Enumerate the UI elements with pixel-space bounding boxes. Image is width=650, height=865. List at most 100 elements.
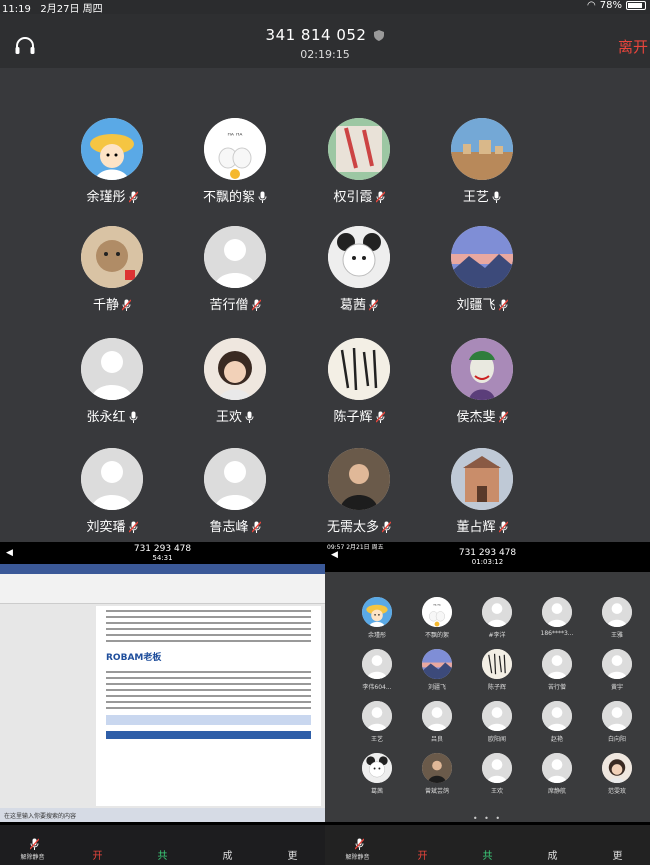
member-tile[interactable]: 王雅 — [592, 597, 642, 639]
mic-muted-button[interactable]: 解除静音 — [338, 838, 378, 861]
wifi-icon: ◠ — [587, 0, 596, 11]
participant-tile[interactable]: 余瑾彤 — [47, 118, 177, 205]
member-tile[interactable]: 黄宇 — [592, 649, 642, 691]
member-tile[interactable]: 白向阳 — [592, 701, 642, 743]
member-tile[interactable]: 陈子辉 — [472, 649, 522, 691]
mic-muted-icon — [375, 411, 385, 423]
member-name: 范雯玫 — [607, 788, 626, 795]
member-avatar — [602, 701, 632, 731]
leave-button[interactable]: 离开 — [618, 36, 648, 57]
member-avatar — [482, 701, 512, 731]
participant-tile[interactable]: 权引霞 — [294, 118, 424, 205]
members-icon: 成员(42) — [222, 851, 233, 862]
video-off-button[interactable]: 开启视频 — [403, 847, 443, 862]
participant-name: 鲁志峰 — [170, 516, 300, 535]
participant-tile[interactable]: 王艺 — [417, 118, 547, 205]
doc-title: ROBAM老板 — [106, 653, 162, 663]
participant-tile[interactable]: 侯杰斐 — [417, 338, 547, 425]
member-name: 欧阳闻 — [487, 736, 506, 743]
more-button[interactable]: 更多 — [598, 847, 638, 862]
browser-tabs — [0, 564, 325, 574]
mic-muted-icon — [29, 838, 39, 850]
participant-tile[interactable]: ᴴᴬ ᴴᴬ 不飘的絮 — [170, 118, 300, 205]
participant-tile[interactable]: 千静 — [47, 226, 177, 313]
member-tile[interactable]: 欧阳闻 — [472, 701, 522, 743]
participant-tile[interactable]: 董占辉 — [417, 448, 547, 535]
participant-name: 余瑾彤 — [47, 186, 177, 205]
participant-name: 无需太多 — [294, 516, 424, 535]
participant-name: 刘疆飞 — [417, 294, 547, 313]
share-screen-button[interactable]: 共享屏幕 — [143, 847, 183, 862]
member-name: 陈子辉 — [487, 684, 506, 691]
left-toolbar: 解除静音 开启视频 共享屏幕 成员(42) 更多 — [0, 825, 325, 865]
member-tile[interactable]: 范雯玫 — [592, 753, 642, 795]
more-button[interactable]: 更多 — [273, 847, 313, 862]
mic-muted-icon — [251, 299, 261, 311]
participant-tile[interactable]: 刘疆飞 — [417, 226, 547, 313]
member-tile[interactable]: 李伟604... — [352, 649, 402, 691]
members-button[interactable]: 成员(42) — [208, 847, 248, 862]
member-name: 白向阳 — [607, 736, 626, 743]
participant-tile[interactable]: 无需太多 — [294, 448, 424, 535]
participant-avatar — [451, 448, 513, 510]
mic-muted-button[interactable]: 解除静音 — [13, 838, 53, 861]
member-tile[interactable]: 葛茜 — [352, 753, 402, 795]
participant-name: 王艺 — [417, 186, 547, 205]
participant-name: 葛茜 — [294, 294, 424, 313]
share-screen-button[interactable]: 共享屏幕 — [468, 847, 508, 862]
participant-tile[interactable]: 张永红 — [47, 338, 177, 425]
mic-icon — [245, 411, 254, 423]
participant-tile[interactable]: 苦行僧 — [170, 226, 300, 313]
mic-muted-icon — [128, 191, 138, 203]
mic-muted-icon — [128, 521, 138, 533]
participant-tile[interactable]: 刘奕璠 — [47, 448, 177, 535]
member-tile[interactable]: 余瑾彤 — [352, 597, 402, 639]
participant-grid: 余瑾彤 ᴴᴬ ᴴᴬ 不飘的絮 权引霞 王艺千静 苦行僧 葛茜 刘疆飞张永红 王欢 陈子辉 侯杰斐刘奕… — [0, 68, 650, 542]
taskbar-search[interactable]: 在这里输入你要搜索的内容 — [4, 813, 76, 820]
member-tile[interactable]: 席静航 — [532, 753, 582, 795]
mic-muted-icon — [369, 299, 378, 311]
participant-avatar — [451, 338, 513, 400]
participant-avatar — [328, 338, 390, 400]
member-tile[interactable]: 186****3... — [532, 597, 582, 637]
participant-tile[interactable]: 葛茜 — [294, 226, 424, 313]
members-icon: 成员(42) — [547, 851, 558, 862]
member-tile[interactable]: 刘疆飞 — [412, 649, 462, 691]
speaker-icon: ◀ — [331, 550, 338, 560]
participant-avatar — [81, 338, 143, 400]
video-off-icon: 开启视频 — [417, 851, 428, 862]
participant-tile[interactable]: 鲁志峰 — [170, 448, 300, 535]
battery-icon — [626, 1, 646, 10]
member-avatar — [362, 649, 392, 679]
member-tile[interactable]: 苦行僧 — [532, 649, 582, 691]
status-bar: 11:19 2月27日 周四 ◠ 78% — [0, 0, 650, 15]
member-name: 赵艳 — [550, 736, 563, 743]
member-tile[interactable]: 王欢 — [472, 753, 522, 795]
participant-name: 陈子辉 — [294, 406, 424, 425]
member-tile[interactable]: 吕良 — [412, 701, 462, 743]
member-tile[interactable]: #李洋 — [472, 597, 522, 639]
page-dots[interactable]: • • • — [325, 814, 650, 823]
shield-icon — [374, 30, 385, 41]
member-tile[interactable]: ᴴᴬ ᴴᴬ 不飘的絮 — [412, 597, 462, 639]
member-avatar — [422, 649, 452, 679]
member-tile[interactable]: 曾斌芸鸽 — [412, 753, 462, 795]
members-button[interactable]: 成员(42) — [533, 847, 573, 862]
participant-tile[interactable]: 王欢 — [170, 338, 300, 425]
member-name: 席静航 — [547, 788, 566, 795]
member-tile[interactable]: 赵艳 — [532, 701, 582, 743]
member-name: 苦行僧 — [547, 684, 566, 691]
member-name: 李伟604... — [362, 684, 392, 691]
participant-name: 不飘的絮 — [170, 186, 300, 205]
participant-tile[interactable]: 陈子辉 — [294, 338, 424, 425]
left-meeting-id: 731 293 478 — [133, 544, 192, 554]
member-avatar — [482, 753, 512, 783]
participant-name: 苦行僧 — [170, 294, 300, 313]
mic-muted-icon — [498, 521, 508, 533]
right-member-grid: 余瑾彤 ᴴᴬ ᴴᴬ 不飘的絮 #李洋 186****3... 王雅李伟604... 刘疆飞 陈… — [325, 572, 650, 822]
video-off-button[interactable]: 开启视频 — [78, 847, 118, 862]
member-tile[interactable]: 王艺 — [352, 701, 402, 743]
participant-name: 董占辉 — [417, 516, 547, 535]
mic-muted-icon — [498, 299, 508, 311]
mic-muted-icon — [382, 521, 391, 533]
